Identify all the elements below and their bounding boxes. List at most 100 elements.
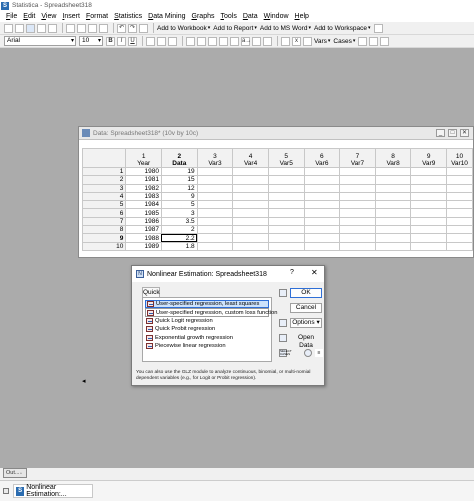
cell-empty[interactable] (267, 166, 305, 177)
cut-icon[interactable] (66, 23, 75, 33)
cell-year[interactable]: 1985 (125, 208, 162, 218)
minimized-output-window[interactable]: Out... ▫ (3, 468, 27, 478)
cell-empty[interactable] (232, 225, 269, 235)
menu-statistics[interactable]: Statistics (114, 13, 142, 20)
x-icon[interactable]: x (292, 36, 301, 46)
column-header[interactable]: 5 Var5 (267, 148, 305, 168)
cell-empty[interactable] (196, 241, 234, 251)
cell-empty[interactable] (410, 225, 447, 235)
cell-empty[interactable] (196, 233, 234, 243)
cell-year[interactable]: 1984 (125, 200, 162, 210)
menu-insert[interactable]: Insert (62, 13, 80, 20)
cell-empty[interactable] (374, 208, 412, 218)
tab-quick[interactable]: Quick (142, 287, 160, 297)
add-to-workbook-button[interactable]: Add to Workbook ▾ (157, 25, 210, 32)
menu-data[interactable]: Data (243, 13, 258, 20)
column-header[interactable]: 10 Var10 (446, 148, 473, 168)
grid-icon[interactable] (380, 36, 390, 46)
cell-empty[interactable] (196, 200, 234, 210)
cell-year[interactable]: 1983 (125, 191, 162, 202)
cell-empty[interactable] (374, 191, 412, 202)
borders-icon[interactable] (208, 36, 217, 46)
dialog-titlebar[interactable]: N Nonlinear Estimation: Spreadsheet318 (132, 266, 324, 282)
menu-window[interactable]: Window (264, 13, 289, 20)
cell-empty[interactable] (196, 225, 234, 235)
row-header[interactable]: 4 (81, 191, 127, 202)
cell-empty[interactable] (267, 225, 305, 235)
cell-empty[interactable] (267, 208, 305, 218)
cell-empty[interactable] (446, 183, 473, 193)
add-to-msword-button[interactable]: Add to MS Word ▾ (260, 25, 311, 32)
cases-menu-button[interactable]: Cases ▾ (333, 38, 355, 45)
cell-data[interactable]: 2 (160, 225, 198, 235)
filter-icon[interactable] (252, 36, 261, 46)
cell-empty[interactable] (374, 200, 412, 210)
cell-empty[interactable] (339, 233, 376, 243)
cell-empty[interactable] (410, 216, 447, 227)
format-painter-icon[interactable] (99, 23, 108, 33)
row-header[interactable]: 9 (81, 233, 127, 243)
paste-icon[interactable] (88, 23, 97, 33)
cell-empty[interactable] (303, 166, 341, 177)
row-header[interactable]: 5 (81, 200, 127, 210)
print-icon[interactable] (37, 23, 46, 33)
layers-icon[interactable]: ≡ (315, 349, 323, 357)
save-icon[interactable] (26, 23, 35, 33)
column-header[interactable]: 2 Data (160, 148, 198, 168)
cell-data[interactable]: 19 (160, 166, 198, 177)
column-header[interactable]: 8 Var8 (374, 148, 412, 168)
menu-data-mining[interactable]: Data Mining (148, 13, 185, 20)
cell-empty[interactable] (410, 175, 447, 185)
search-icon[interactable] (139, 23, 148, 33)
cell-data[interactable]: 1.8 (160, 241, 198, 251)
column-header[interactable]: 3 Var3 (196, 148, 234, 168)
cell-empty[interactable] (303, 233, 341, 243)
cell-data[interactable]: 2.2 (160, 233, 198, 243)
cell-empty[interactable] (303, 183, 341, 193)
align-center-icon[interactable] (157, 36, 166, 46)
cell-empty[interactable] (232, 191, 269, 202)
row-header[interactable]: 3 (81, 183, 127, 193)
decimal-increase-icon[interactable] (219, 36, 228, 46)
cell-empty[interactable] (339, 216, 376, 227)
cell-empty[interactable] (410, 241, 447, 251)
close-icon[interactable]: ✕ (460, 129, 469, 137)
cell-data[interactable]: 9 (160, 191, 198, 202)
option-user-specified-custom-loss[interactable]: User-specified regression, custom loss f… (145, 308, 277, 317)
open-data-button[interactable]: Open Data (290, 333, 322, 349)
cell-year[interactable]: 1982 (125, 183, 162, 193)
cell-data[interactable]: 3.5 (160, 216, 198, 227)
help-button[interactable]: ? (290, 269, 294, 276)
cell-empty[interactable] (267, 191, 305, 202)
cancel-button[interactable]: Cancel (290, 303, 322, 313)
add-to-workspace-button[interactable]: Add to Workspace ▾ (314, 25, 371, 32)
column-header[interactable]: 9 Var9 (410, 148, 447, 168)
menu-view[interactable]: View (41, 13, 56, 20)
cell-empty[interactable] (374, 225, 412, 235)
cell-year[interactable]: 1987 (125, 225, 162, 235)
cell-empty[interactable] (267, 200, 305, 210)
cell-year[interactable]: 1989 (125, 241, 162, 251)
cell-empty[interactable] (196, 183, 234, 193)
open-icon[interactable] (15, 23, 24, 33)
spreadsheet-titlebar[interactable]: Data: Spreadsheet318* (10v by 10c) (79, 127, 473, 140)
cell-data[interactable]: 12 (160, 183, 198, 193)
align-left-icon[interactable] (146, 36, 155, 46)
row-header[interactable]: 8 (81, 225, 127, 235)
cell-empty[interactable] (303, 241, 341, 251)
redo-icon[interactable]: ↷ (128, 23, 137, 33)
cell-empty[interactable] (410, 183, 447, 193)
option-quick-logit[interactable]: Quick Logit regression (145, 317, 269, 325)
cell-empty[interactable] (446, 216, 473, 227)
cell-empty[interactable] (303, 191, 341, 202)
font-color-icon[interactable] (186, 36, 195, 46)
cell-empty[interactable] (374, 241, 412, 251)
cell-empty[interactable] (232, 241, 269, 251)
cell-empty[interactable] (232, 233, 269, 243)
cell-empty[interactable] (446, 200, 473, 210)
cell-empty[interactable] (374, 175, 412, 185)
options-button[interactable]: Options ▾ (290, 318, 322, 328)
print-preview-icon[interactable] (48, 23, 57, 33)
menu-edit[interactable]: Edit (23, 13, 35, 20)
corner-cell[interactable] (81, 148, 127, 168)
